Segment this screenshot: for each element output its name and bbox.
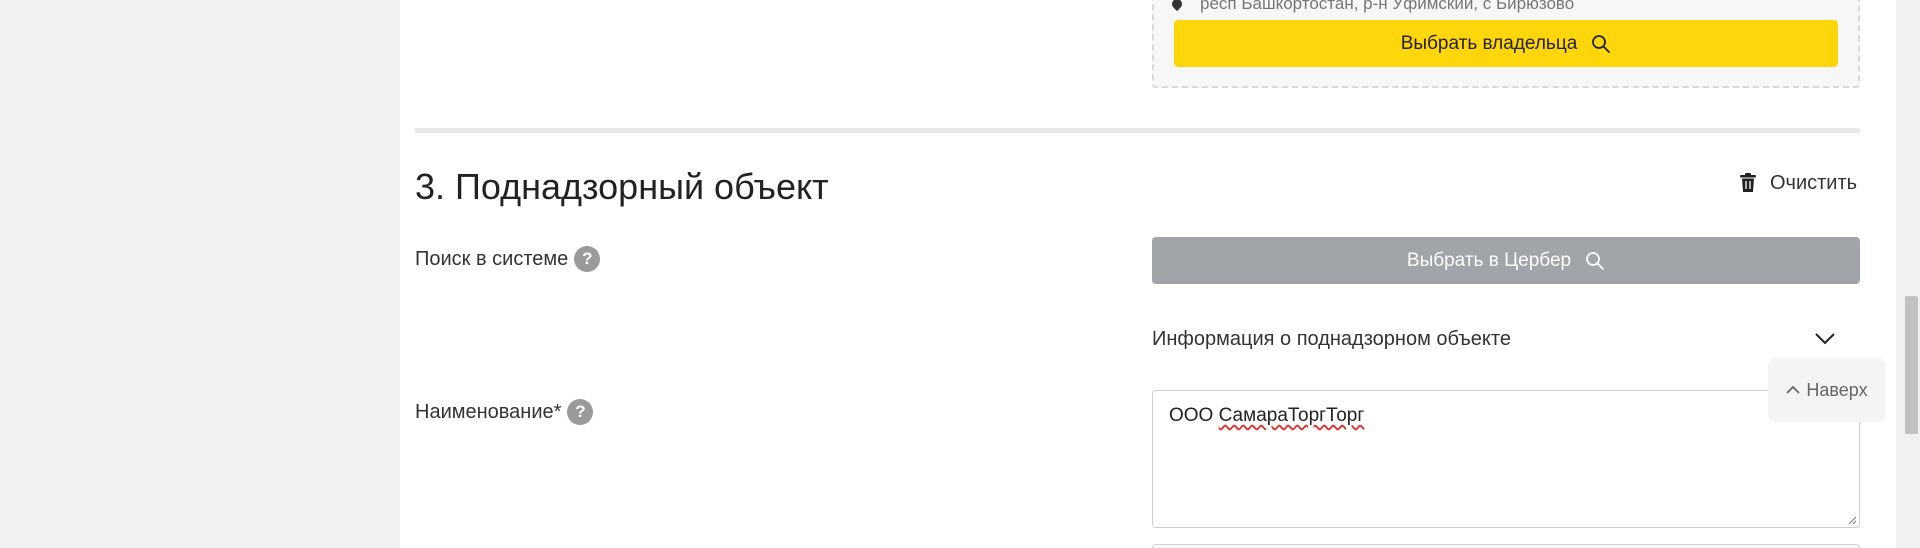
name-label: Наименование* — [415, 400, 562, 423]
search-label: Поиск в системе — [415, 247, 569, 270]
object-info-label: Информация о поднадзорном объекте — [1152, 327, 1511, 350]
help-icon[interactable]: ? — [567, 399, 594, 425]
clear-button[interactable]: Очистить — [1740, 168, 1857, 198]
back-to-top-button[interactable]: Наверх — [1768, 358, 1886, 422]
owner-panel: респ Башкортостан, р-н Уфимский, с Бирюз… — [1152, 0, 1860, 88]
name-value-prefix: ООО — [1169, 405, 1219, 426]
name-value-misspelled: СамараТоргТорг — [1218, 405, 1365, 426]
trash-icon — [1740, 173, 1756, 192]
back-to-top-label: Наверх — [1806, 379, 1868, 400]
chevron-down-icon — [1815, 333, 1835, 345]
section-title: 3. Поднадзорный объект — [415, 166, 829, 207]
chevron-up-icon — [1786, 385, 1801, 394]
name-label-row: Наименование* ? — [415, 399, 594, 425]
search-label-row: Поиск в системе ? — [415, 246, 601, 272]
section-divider — [415, 128, 1860, 133]
select-cerber-button[interactable]: Выбрать в Цербер — [1152, 237, 1860, 284]
scrollbar[interactable] — [1903, 0, 1920, 548]
search-icon — [1586, 251, 1604, 270]
search-icon — [1592, 34, 1611, 53]
select-owner-label: Выбрать владельца — [1400, 32, 1578, 54]
select-owner-button[interactable]: Выбрать владельца — [1174, 20, 1838, 67]
clear-label: Очистить — [1770, 171, 1858, 194]
name-textarea[interactable]: ООО СамараТоргТорг — [1152, 390, 1860, 528]
select-cerber-label: Выбрать в Цербер — [1406, 249, 1572, 271]
next-field[interactable] — [1152, 544, 1860, 548]
map-pin-icon — [1169, 0, 1185, 12]
owner-address: респ Башкортостан, р-н Уфимский, с Бирюз… — [1169, 0, 1575, 14]
scrollbar-thumb[interactable] — [1905, 296, 1918, 434]
object-info-toggle[interactable]: Информация о поднадзорном объекте — [1152, 320, 1860, 358]
main-content: респ Башкортостан, р-н Уфимский, с Бирюз… — [400, 0, 1896, 548]
owner-address-text: респ Башкортостан, р-н Уфимский, с Бирюз… — [1200, 0, 1575, 13]
resize-grip-icon[interactable] — [1847, 515, 1857, 525]
help-icon[interactable]: ? — [574, 246, 601, 272]
